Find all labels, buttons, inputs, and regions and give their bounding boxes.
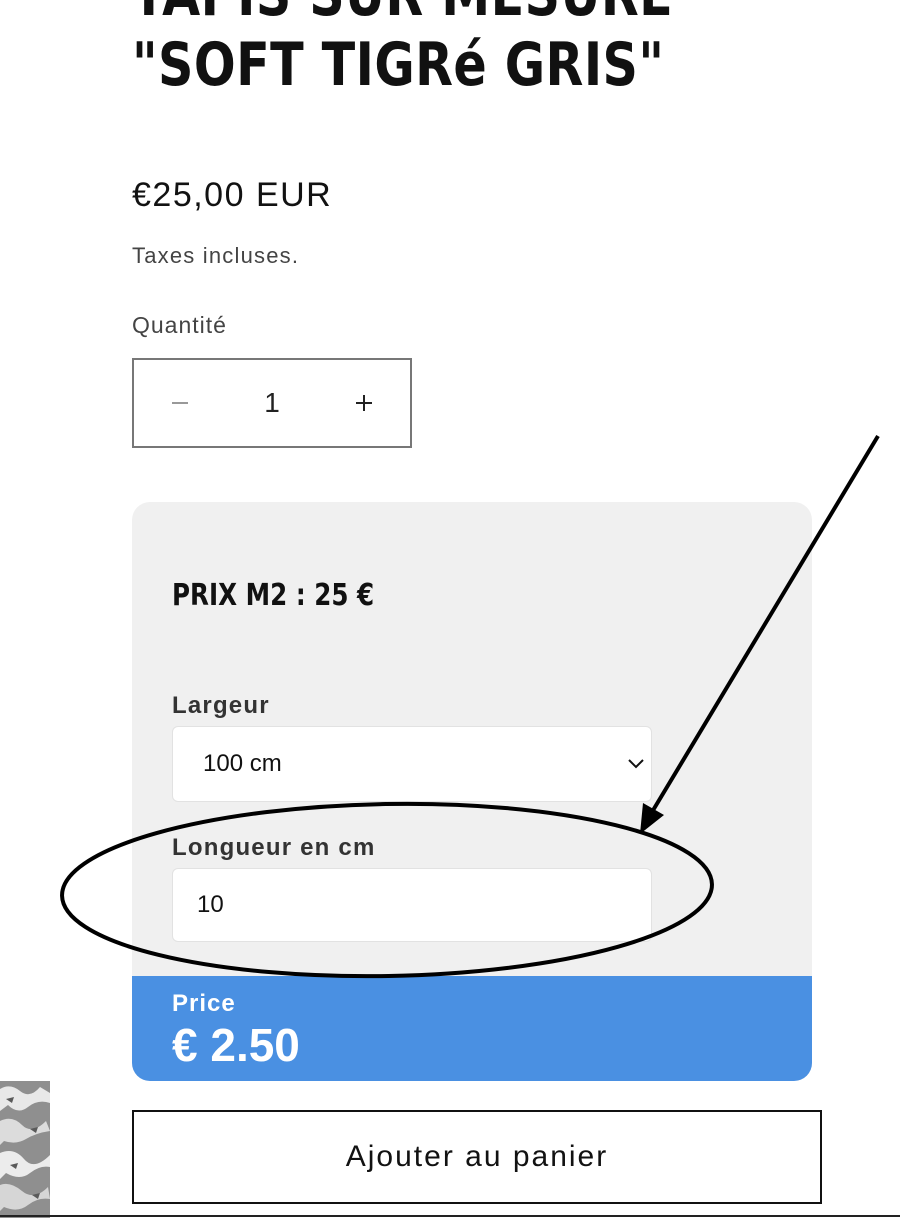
width-select-value: 100 cm bbox=[203, 750, 282, 777]
length-label: Longueur en cm bbox=[172, 834, 376, 861]
width-select[interactable]: 100 cm bbox=[172, 726, 652, 802]
rug-pattern-image bbox=[0, 1081, 50, 1218]
tax-note: Taxes incluses. bbox=[132, 243, 300, 268]
add-to-cart-button[interactable]: Ajouter au panier bbox=[132, 1110, 822, 1204]
size-calculator-panel: PRIX M2 : 25 € Largeur 100 cm Longueur e… bbox=[132, 502, 812, 1081]
quantity-stepper: 1 bbox=[132, 358, 412, 448]
product-title: TAPIS SUR MESURE "SOFT TIGRé GRIS" bbox=[132, 0, 673, 100]
quantity-decrease-button[interactable] bbox=[134, 360, 226, 446]
calculated-price-value: € 2.50 bbox=[172, 1019, 300, 1071]
length-input-value: 10 bbox=[197, 891, 224, 918]
minus-icon bbox=[172, 402, 188, 404]
length-input[interactable]: 10 bbox=[172, 868, 652, 942]
product-title-line-1: TAPIS SUR MESURE bbox=[132, 0, 673, 30]
quantity-input[interactable]: 1 bbox=[226, 387, 318, 419]
product-title-line-2: "SOFT TIGRé GRIS" bbox=[132, 30, 665, 100]
divider bbox=[0, 1215, 900, 1217]
quantity-label: Quantité bbox=[132, 312, 227, 338]
width-label: Largeur bbox=[172, 692, 270, 719]
calculated-price-bar: Price € 2.50 bbox=[132, 976, 812, 1081]
product-thumbnail[interactable] bbox=[0, 1081, 50, 1218]
calculated-price-label: Price bbox=[172, 990, 236, 1017]
plus-icon bbox=[356, 395, 372, 411]
quantity-increase-button[interactable] bbox=[318, 360, 410, 446]
product-price: €25,00 EUR bbox=[132, 176, 333, 214]
price-per-m2-heading: PRIX M2 : 25 € bbox=[172, 578, 375, 613]
chevron-down-icon bbox=[628, 759, 644, 769]
